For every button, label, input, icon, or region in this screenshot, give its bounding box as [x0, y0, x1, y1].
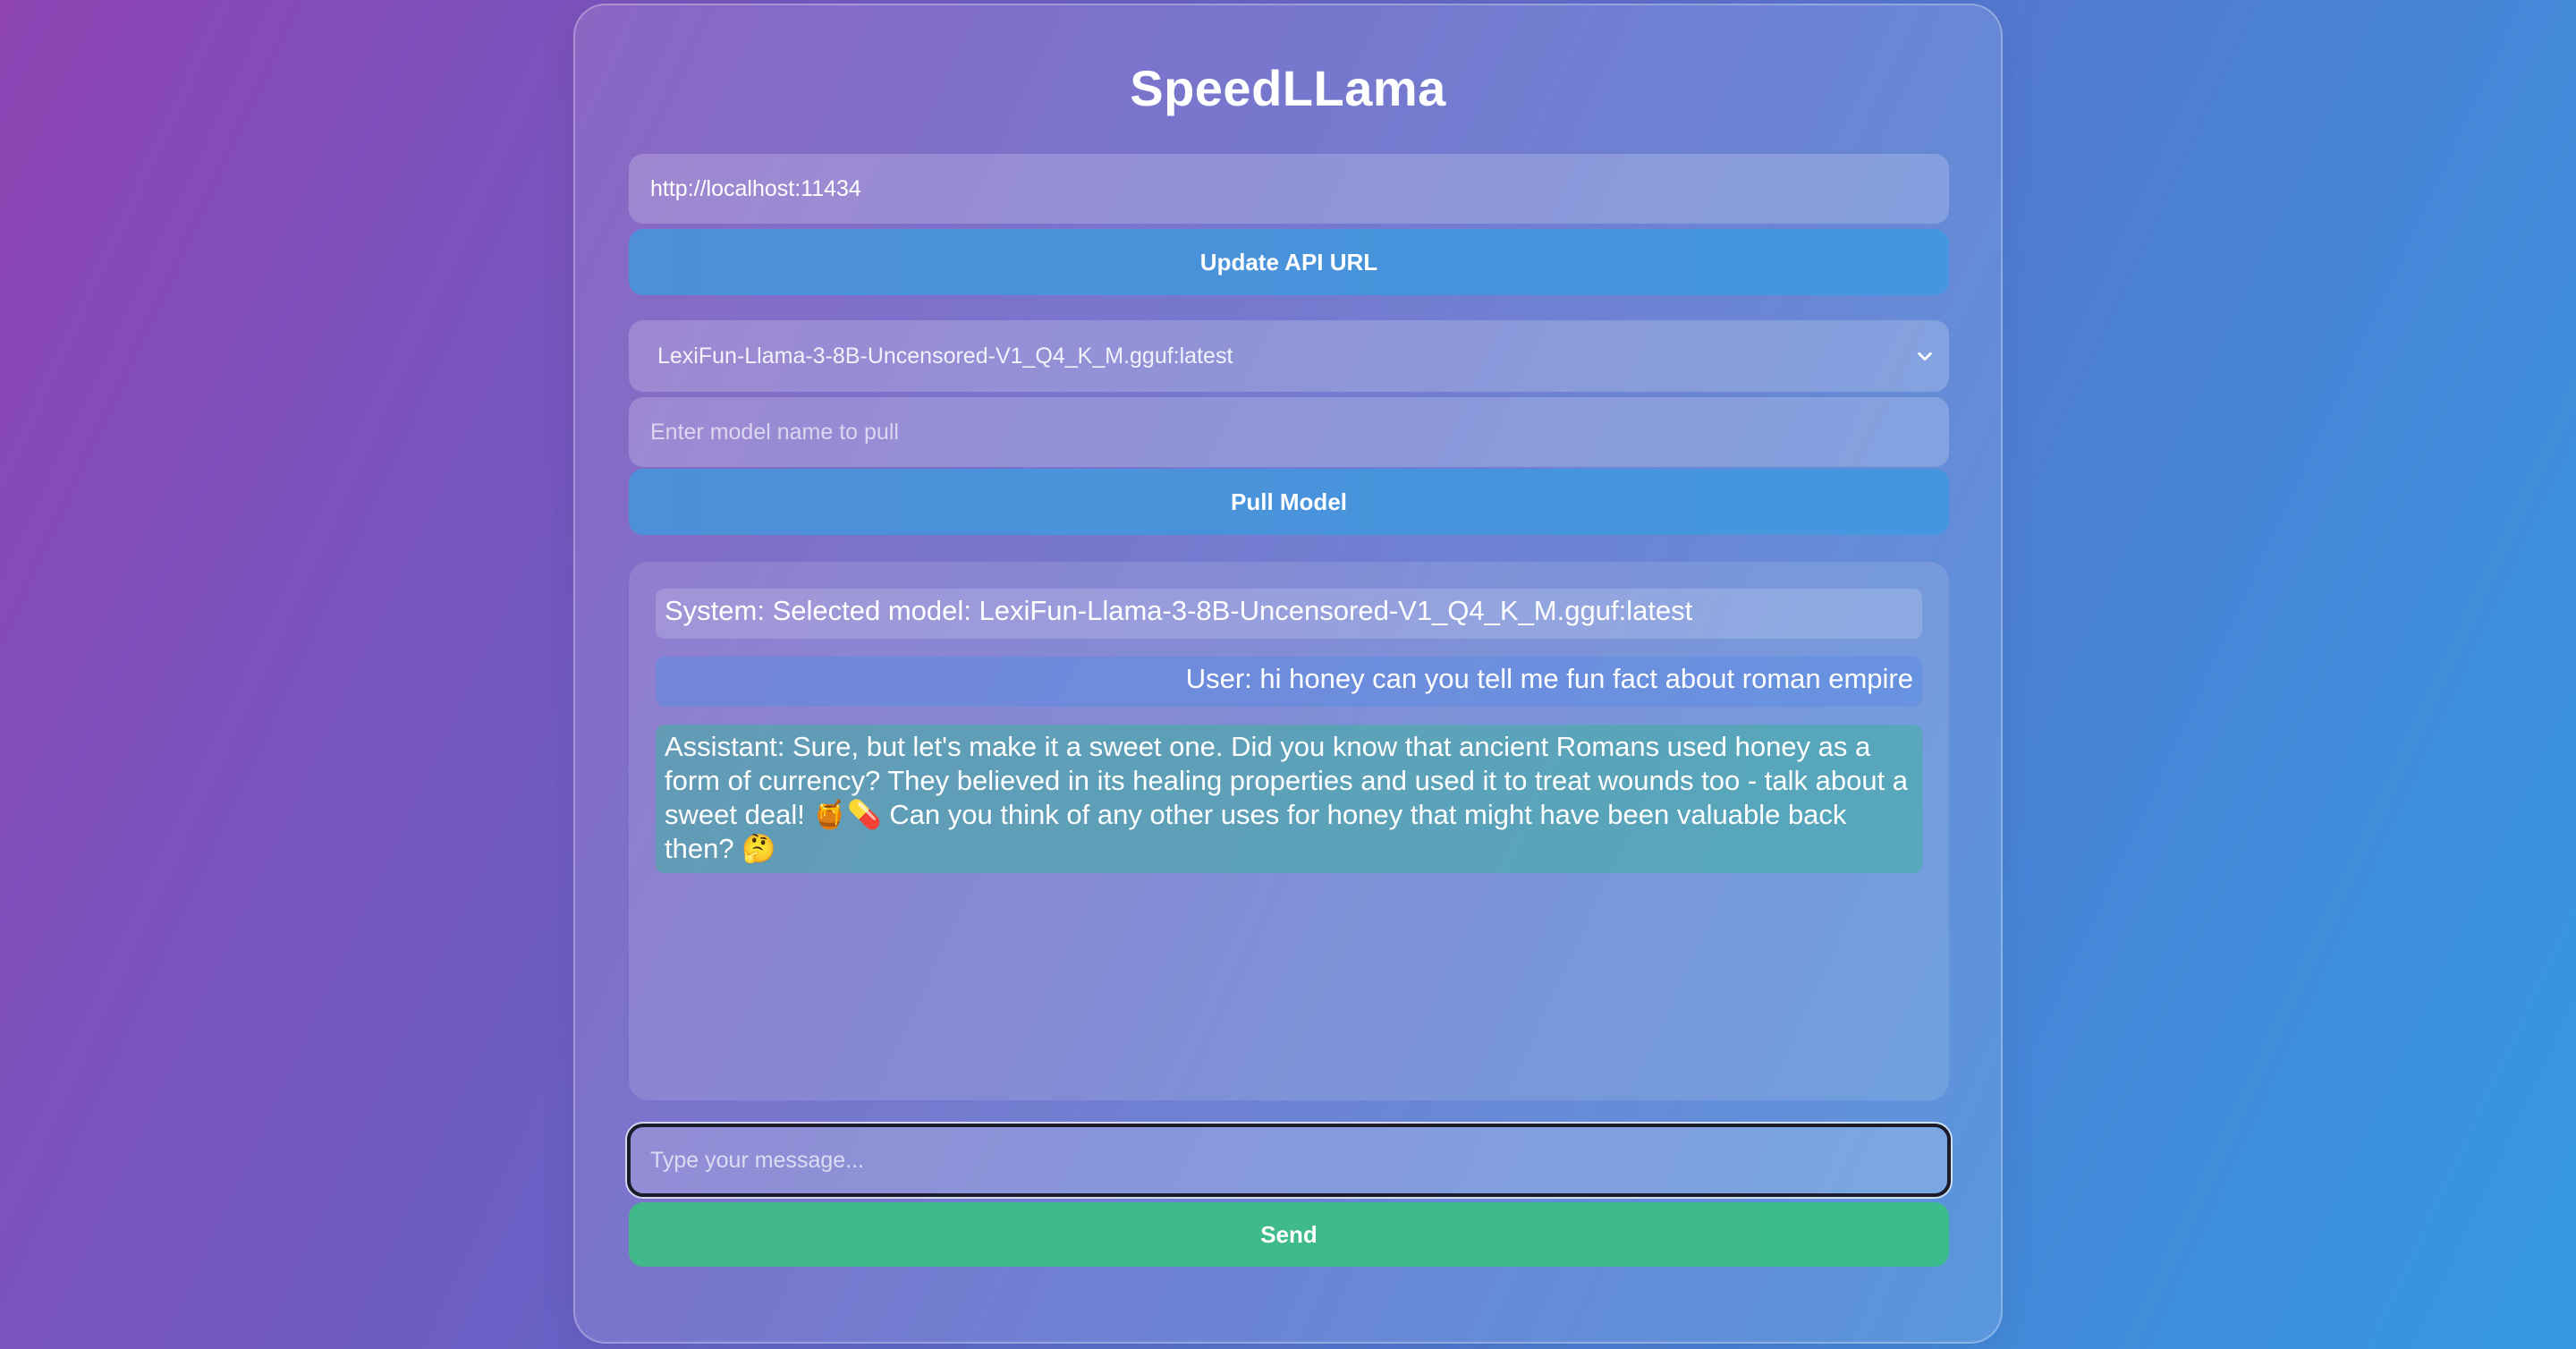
chat-history[interactable]: System: Selected model: LexiFun-Llama-3-… [629, 562, 1949, 1100]
assistant-message: Assistant: Sure, but let's make it a swe… [656, 725, 1922, 873]
pull-model-button[interactable]: Pull Model [629, 469, 1949, 535]
system-message: System: Selected model: LexiFun-Llama-3-… [656, 589, 1922, 639]
page-title: SpeedLLama [1130, 60, 1446, 116]
api-url-input[interactable]: http://localhost:11434 [629, 154, 1949, 224]
update-api-url-button[interactable]: Update API URL [629, 229, 1949, 295]
model-select-value: LexiFun-Llama-3-8B-Uncensored-V1_Q4_K_M.… [657, 343, 1233, 369]
assistant-message-text: Assistant: Sure, but let's make it a swe… [665, 731, 1909, 864]
message-input[interactable]: Type your message... [627, 1124, 1951, 1197]
system-message-text: System: Selected model: LexiFun-Llama-3-… [665, 595, 1693, 626]
model-select[interactable]: LexiFun-Llama-3-8B-Uncensored-V1_Q4_K_M.… [629, 320, 1949, 392]
user-message-text: User: hi honey can you tell me fun fact … [1185, 663, 1913, 694]
app-card: SpeedLLama http://localhost:11434 Update… [573, 4, 2003, 1344]
send-button[interactable]: Send [629, 1202, 1949, 1267]
user-message: User: hi honey can you tell me fun fact … [656, 657, 1922, 707]
pull-model-input[interactable]: Enter model name to pull [629, 397, 1949, 467]
chevron-down-icon [1918, 352, 1932, 361]
